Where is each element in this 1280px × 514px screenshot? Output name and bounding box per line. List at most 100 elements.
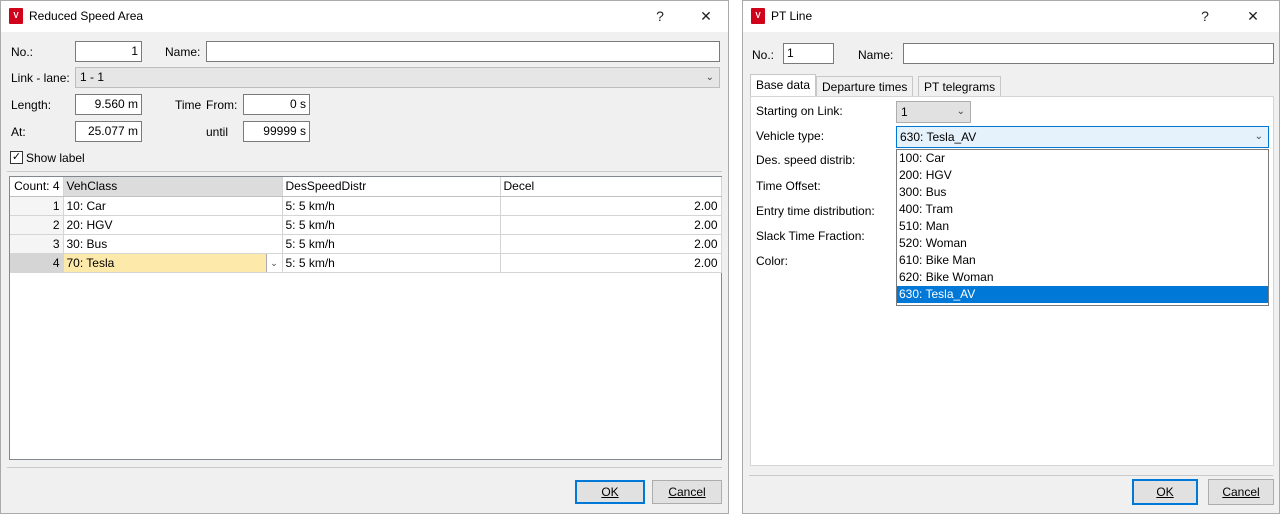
vissim-app-icon: V — [751, 8, 765, 24]
slack-time-label: Slack Time Fraction: — [756, 229, 865, 243]
from-input[interactable]: 0 s — [243, 94, 310, 115]
row-number: 2 — [10, 215, 64, 235]
name-input[interactable] — [206, 41, 720, 62]
chevron-down-icon[interactable]: ⌄ — [265, 253, 281, 271]
vehclass-cell[interactable]: 30: Bus — [63, 234, 283, 254]
vehicle-type-select[interactable]: 630: Tesla_AV ⌄ — [896, 126, 1269, 148]
ok-button[interactable]: OK — [1132, 479, 1198, 505]
time-label: Time — [175, 98, 202, 112]
row-number: 1 — [10, 196, 64, 216]
count-header: Count: 4 — [10, 177, 64, 197]
dropdown-item[interactable]: 100: Car — [897, 150, 1268, 167]
grid-table: Count: 4 VehClass DesSpeedDistr Decel 1 … — [10, 177, 722, 273]
vehicle-type-label: Vehicle type: — [756, 129, 825, 143]
dropdown-item[interactable]: 610: Bike Man — [897, 252, 1268, 269]
name-label: Name: — [858, 48, 894, 62]
length-input[interactable]: 9.560 m — [75, 94, 142, 115]
desspeed-cell[interactable]: 5: 5 km/h — [282, 234, 501, 254]
ok-label: OK — [601, 485, 619, 499]
help-button[interactable]: ? — [649, 6, 671, 26]
dialog-title: PT Line — [771, 9, 813, 23]
starting-on-link-value: 1 — [901, 105, 908, 119]
desspeed-cell[interactable]: 5: 5 km/h — [282, 253, 501, 273]
dropdown-item[interactable]: 200: HGV — [897, 167, 1268, 184]
vehclass-cell-value: 70: Tesla — [66, 255, 115, 270]
until-input[interactable]: 99999 s — [243, 121, 310, 142]
divider — [749, 475, 1273, 476]
cancel-label: Cancel — [1222, 485, 1260, 499]
vehicle-type-dropdown-list: 100: Car 200: HGV 300: Bus 400: Tram 510… — [896, 149, 1269, 306]
time-offset-label: Time Offset: — [756, 179, 821, 193]
from-label: From: — [206, 98, 238, 112]
help-button[interactable]: ? — [1194, 6, 1216, 26]
dropdown-item[interactable]: 400: Tram — [897, 201, 1268, 218]
dropdown-item[interactable]: 510: Man — [897, 218, 1268, 235]
decel-cell[interactable]: 2.00 — [500, 253, 722, 273]
title-bar: V PT Line ? ✕ — [743, 1, 1279, 32]
des-speed-label: Des. speed distrib: — [756, 153, 856, 167]
title-bar: V Reduced Speed Area ? ✕ — [1, 1, 728, 32]
starting-on-link-label: Starting on Link: — [756, 104, 843, 118]
vehicle-type-value: 630: Tesla_AV — [900, 130, 977, 144]
cancel-label: Cancel — [668, 485, 706, 499]
show-label-checkbox[interactable]: ✓ — [10, 151, 23, 164]
link-lane-select[interactable]: 1 - 1 ⌄ — [75, 67, 720, 88]
tab-pt-telegrams[interactable]: PT telegrams — [918, 76, 1002, 97]
until-label: until — [206, 125, 229, 139]
dropdown-item[interactable]: 620: Bike Woman — [897, 269, 1268, 286]
tab-base-data[interactable]: Base data — [750, 74, 817, 97]
cancel-button[interactable]: Cancel — [652, 480, 722, 504]
ok-label: OK — [1156, 485, 1174, 499]
close-icon[interactable]: ✕ — [1242, 6, 1264, 26]
entry-time-label: Entry time distribution: — [756, 204, 875, 218]
grid-header-row: Count: 4 VehClass DesSpeedDistr Decel — [10, 177, 722, 197]
vehclass-cell-editing[interactable]: 70: Tesla ⌄ — [63, 253, 283, 273]
length-label: Length: — [11, 98, 52, 112]
decel-cell[interactable]: 2.00 — [500, 215, 722, 235]
table-row[interactable]: 1 10: Car 5: 5 km/h 2.00 — [10, 196, 722, 216]
reduced-speed-area-dialog: V Reduced Speed Area ? ✕ No.: 1 Name: Li… — [0, 0, 729, 514]
tab-departure-times[interactable]: Departure times — [816, 76, 914, 97]
column-header-decel[interactable]: Decel — [500, 177, 722, 197]
divider — [7, 171, 722, 172]
no-input[interactable]: 1 — [783, 43, 834, 64]
name-input[interactable] — [903, 43, 1274, 64]
no-label: No.: — [752, 48, 775, 62]
link-lane-value: 1 - 1 — [80, 70, 105, 84]
decel-cell[interactable]: 2.00 — [500, 196, 722, 216]
decel-cell[interactable]: 2.00 — [500, 234, 722, 254]
divider — [7, 467, 722, 468]
desspeed-cell[interactable]: 5: 5 km/h — [282, 215, 501, 235]
row-number: 3 — [10, 234, 64, 254]
pt-line-dialog: V PT Line ? ✕ No.: 1 Name: Base data Dep… — [742, 0, 1280, 514]
chevron-down-icon: ⌄ — [956, 106, 965, 117]
no-label: No.: — [11, 45, 34, 59]
table-row[interactable]: 3 30: Bus 5: 5 km/h 2.00 — [10, 234, 722, 254]
table-row[interactable]: 2 20: HGV 5: 5 km/h 2.00 — [10, 215, 722, 235]
vehclass-cell[interactable]: 20: HGV — [63, 215, 283, 235]
ok-button[interactable]: OK — [575, 480, 645, 504]
chevron-down-icon: ⌄ — [1254, 131, 1263, 142]
dropdown-item[interactable]: 300: Bus — [897, 184, 1268, 201]
name-label: Name: — [165, 45, 201, 59]
close-icon[interactable]: ✕ — [695, 6, 717, 26]
column-header-desspeeddistr[interactable]: DesSpeedDistr — [282, 177, 501, 197]
cancel-button[interactable]: Cancel — [1208, 479, 1274, 505]
no-input[interactable]: 1 — [75, 41, 142, 62]
starting-on-link-select[interactable]: 1 ⌄ — [896, 101, 971, 123]
desspeed-cell[interactable]: 5: 5 km/h — [282, 196, 501, 216]
vissim-app-icon: V — [9, 8, 23, 24]
color-label: Color: — [756, 254, 789, 268]
dropdown-item[interactable]: 520: Woman — [897, 235, 1268, 252]
row-number: 4 — [10, 253, 64, 273]
column-header-vehclass[interactable]: VehClass — [63, 177, 283, 197]
vehclass-cell[interactable]: 10: Car — [63, 196, 283, 216]
table-row-selected[interactable]: 4 70: Tesla ⌄ 5: 5 km/h 2.00 — [10, 253, 722, 273]
link-lane-label: Link - lane: — [11, 71, 70, 85]
dropdown-item-selected[interactable]: 630: Tesla_AV — [897, 286, 1268, 303]
chevron-down-icon: ⌄ — [705, 72, 714, 83]
vehicle-class-grid: Count: 4 VehClass DesSpeedDistr Decel 1 … — [9, 176, 722, 460]
at-label: At: — [11, 125, 26, 139]
at-input[interactable]: 25.077 m — [75, 121, 142, 142]
show-label-text: Show label — [26, 151, 85, 165]
